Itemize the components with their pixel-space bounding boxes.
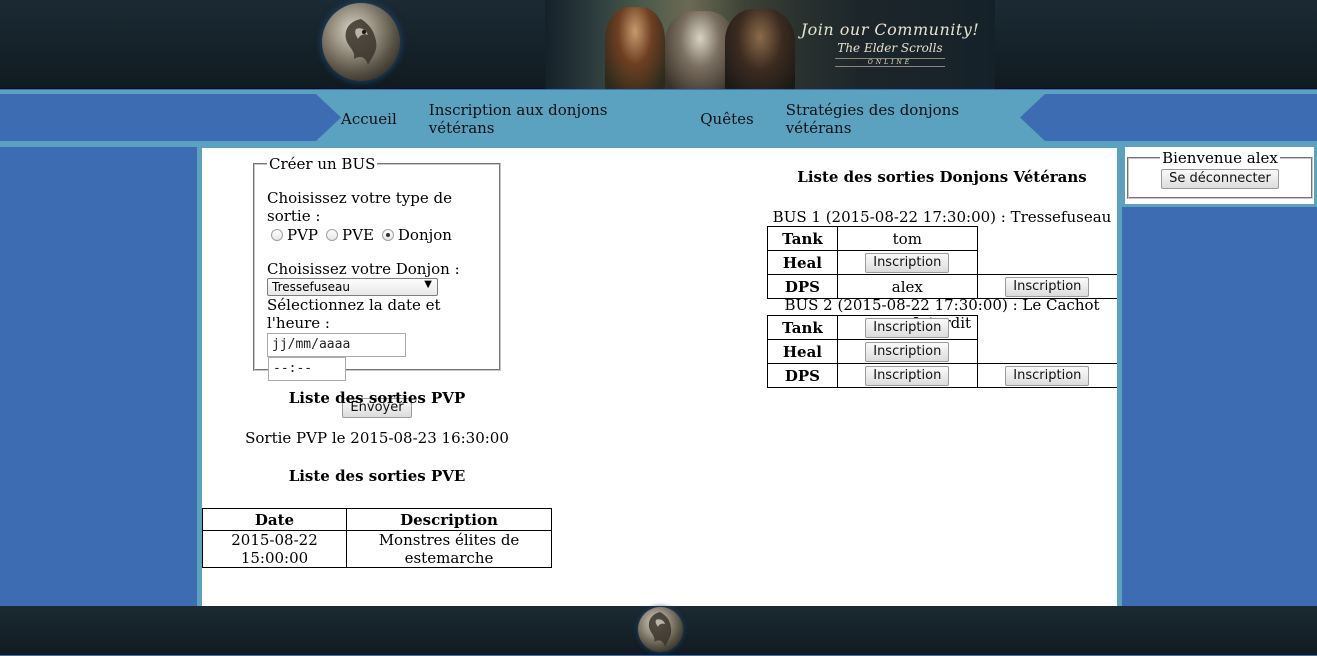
welcome-box: Bienvenue alex Se déconnecter <box>1127 149 1313 199</box>
nav-band: Accueil Inscription aux donjons vétérans… <box>0 90 1317 147</box>
role-heal: Heal <box>767 250 838 275</box>
bus-2-tank-signup-button[interactable]: Inscription <box>865 318 950 338</box>
dragon-emblem-icon <box>638 607 683 652</box>
pve-description-cell: Monstres élites de estemarche <box>346 530 552 568</box>
role-dps: DPS <box>767 274 838 299</box>
table-row: 2015-08-22 15:00:00 Monstres élites de e… <box>202 530 552 568</box>
radio-pvp-label: PVP <box>287 226 319 244</box>
bus-2-dps-extra-signup-button[interactable]: Inscription <box>1005 366 1090 386</box>
empty-cell <box>977 227 1117 251</box>
dungeons-title: Liste des sorties Donjons Vétérans <box>797 168 1087 186</box>
bus-1-dps-extra-slot: Inscription <box>976 274 1117 299</box>
bus-2-table: Tank Inscription Heal Inscription DPS In… <box>767 315 1117 388</box>
ribbon-left <box>0 94 341 141</box>
pve-table: Date Description 2015-08-22 15:00:00 Mon… <box>202 508 552 568</box>
dungeon-select-value: Tressefuseau <box>272 280 350 294</box>
banner-line-1: Join our Community! <box>800 20 980 39</box>
pve-date-cell: 2015-08-22 15:00:00 <box>202 530 347 568</box>
bus-1-heal-slot: Inscription <box>836 250 978 275</box>
bus-1-heal-row: Heal Inscription <box>767 250 1118 275</box>
bus-1-heal-signup-button[interactable]: Inscription <box>865 253 950 273</box>
bus-1-heading: BUS 1 (2015-08-22 17:30:00) : Tressefuse… <box>772 208 1112 226</box>
pve-title: Liste des sorties PVE <box>288 467 466 485</box>
type-label: Choisissez votre type de sortie : <box>267 189 452 225</box>
column-header-date: Date <box>202 508 347 531</box>
radio-pve[interactable] <box>326 229 339 241</box>
bus-2-heal-row: Heal Inscription <box>767 339 1118 364</box>
welcome-legend: Bienvenue alex <box>1162 149 1278 167</box>
role-dps: DPS <box>767 363 838 388</box>
main-nav: Accueil Inscription aux donjons vétérans… <box>341 90 1020 147</box>
create-bus-legend: Créer un BUS <box>269 155 376 173</box>
community-banner[interactable]: Join our Community! The Elder Scrolls ON… <box>545 0 995 89</box>
bus-2-heal-signup-button[interactable]: Inscription <box>865 342 950 362</box>
banner-line-3: ONLINE <box>835 58 945 67</box>
empty-cell <box>977 340 1117 364</box>
column-header-description: Description <box>346 508 552 531</box>
bus-2-tank-row: Tank Inscription <box>767 315 1118 340</box>
create-bus-form: Créer un BUS Choisissez votre type de so… <box>253 155 501 418</box>
ribbon-right <box>1020 94 1317 141</box>
date-input[interactable]: jj/mm/aaaa <box>267 333 406 357</box>
role-tank: Tank <box>767 315 838 340</box>
bus-2-heal-slot: Inscription <box>836 339 978 364</box>
type-radio-group: PVP PVE Donjon <box>267 226 487 244</box>
role-heal: Heal <box>767 339 838 364</box>
datetime-label: Sélectionnez la date et l'heure : <box>267 296 441 332</box>
hero-figure <box>605 7 665 89</box>
bus-2-dps-slot: Inscription <box>836 363 978 388</box>
radio-pvp[interactable] <box>271 229 283 241</box>
bus-1-tank-player: tom <box>836 226 978 251</box>
chevron-down-icon: ▼ <box>424 279 432 290</box>
bus-1-table: Tank tom Heal Inscription DPS alex Inscr… <box>767 226 1117 299</box>
role-tank: Tank <box>767 226 838 251</box>
radio-donjon[interactable] <box>381 229 394 241</box>
nav-item-strategies[interactable]: Stratégies des donjons vétérans <box>786 101 1020 137</box>
dungeon-label: Choisissez votre Donjon : <box>267 260 460 278</box>
logout-button[interactable]: Se déconnecter <box>1161 169 1279 189</box>
nav-item-inscription[interactable]: Inscription aux donjons vétérans <box>429 101 668 137</box>
pvp-title: Liste des sorties PVP <box>288 389 466 407</box>
table-header-row: Date Description <box>202 508 552 531</box>
nav-item-quetes[interactable]: Quêtes <box>700 110 753 128</box>
radio-donjon-label: Donjon <box>397 226 452 244</box>
bus-1-dps-row: DPS alex Inscription <box>767 274 1117 299</box>
bus-1-tank-row: Tank tom <box>767 226 1118 251</box>
dungeon-select[interactable]: Tressefuseau ▼ <box>267 278 438 296</box>
empty-cell <box>977 251 1117 275</box>
time-input[interactable]: --:-- <box>268 357 346 381</box>
banner-slogan: Join our Community! The Elder Scrolls ON… <box>795 20 985 67</box>
bus-1-dps-signup-button[interactable]: Inscription <box>1005 277 1090 297</box>
site-footer <box>0 606 1317 655</box>
dragon-emblem-icon[interactable] <box>322 3 400 81</box>
pvp-entry: Sortie PVP le 2015-08-23 16:30:00 <box>245 429 509 447</box>
main-content: Créer un BUS Choisissez votre type de so… <box>197 145 1122 606</box>
bus-1-dps-player: alex <box>836 274 978 299</box>
site-header: Join our Community! The Elder Scrolls ON… <box>0 0 1317 89</box>
bus-2-dps-row: DPS Inscription Inscription <box>767 363 1117 388</box>
bus-2-dps-extra-slot: Inscription <box>976 363 1117 388</box>
user-panel: Bienvenue alex Se déconnecter <box>1122 147 1317 207</box>
empty-cell <box>977 316 1117 340</box>
hero-figure <box>725 9 795 89</box>
banner-line-2: The Elder Scrolls <box>837 41 943 55</box>
nav-item-accueil[interactable]: Accueil <box>341 110 397 128</box>
bus-2-dps-signup-button[interactable]: Inscription <box>865 366 950 386</box>
bus-2-tank-slot: Inscription <box>836 315 978 340</box>
radio-pve-label: PVE <box>342 226 374 244</box>
